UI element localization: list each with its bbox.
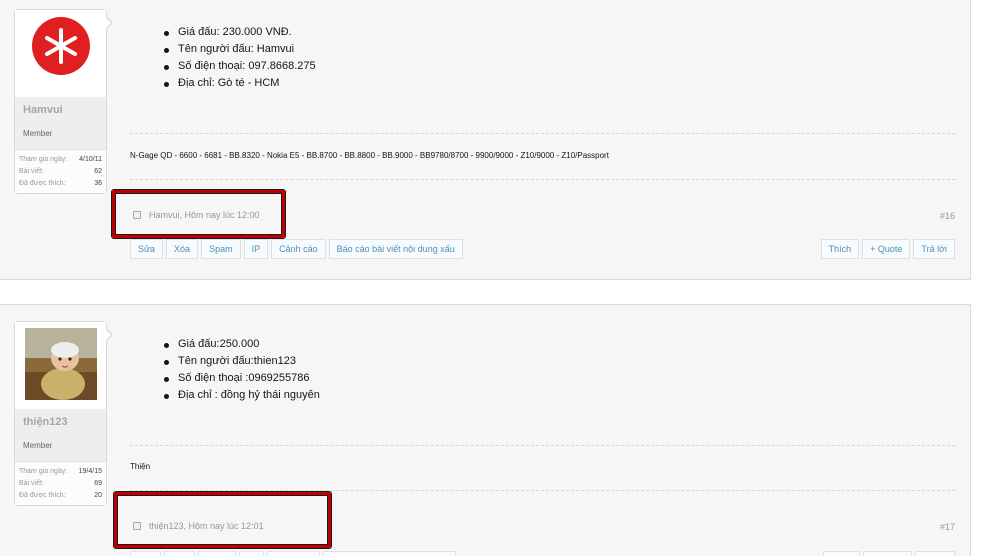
- stat-label: Tham gia ngày:: [19, 156, 68, 163]
- stat-value: 19/4/15: [78, 468, 102, 475]
- report-button[interactable]: Báo cáo bài viết nội dung xấu: [328, 239, 463, 259]
- stat-label: Bài viết:: [19, 168, 44, 175]
- user-info-panel: Hamvui Member Tham gia ngày: 4/10/11 Bài …: [14, 9, 113, 194]
- post-content: Giá đấu: 230.000 VNĐ. Tên người đấu: Ham…: [130, 0, 955, 281]
- list-item: Số điện thoại :0969255786: [164, 370, 320, 387]
- user-stats: Tham gia ngày: 4/10/11 Bài viết: 62 Đã đượ…: [15, 149, 106, 193]
- list-item: Tên người đấu:thien123: [164, 353, 320, 370]
- stat-label: Tham gia ngày:: [19, 468, 68, 475]
- signature-divider: [130, 133, 955, 134]
- list-item: Giá đấu:250.000: [164, 336, 320, 353]
- stat-value[interactable]: 62: [94, 166, 102, 178]
- baby-photo: [24, 328, 97, 400]
- meta-divider: [130, 490, 955, 491]
- reply-button[interactable]: Trả lời: [913, 239, 955, 259]
- report-button[interactable]: [323, 551, 456, 556]
- ip-button[interactable]: IP: [243, 239, 269, 259]
- signature: Thiện: [130, 462, 151, 471]
- avatar[interactable]: [15, 322, 106, 409]
- stat-value: 4/10/11: [79, 156, 102, 163]
- username[interactable]: Hamvui: [15, 97, 106, 121]
- list-item: Giá đấu: 230.000 VNĐ.: [164, 24, 316, 41]
- username[interactable]: thiện123: [15, 409, 106, 433]
- stat-label: Đã được thích:: [19, 180, 66, 187]
- quote-button[interactable]: [863, 551, 912, 556]
- highlight-box: [114, 492, 331, 548]
- user-title: Member: [15, 433, 106, 461]
- forum-post: Hamvui Member Tham gia ngày: 4/10/11 Bài …: [0, 0, 971, 280]
- user-title: Member: [15, 121, 106, 149]
- list-item: Số điện thoại: 097.8668.275: [164, 58, 316, 75]
- delete-button[interactable]: Xóa: [166, 239, 199, 259]
- post-number[interactable]: #17: [940, 522, 955, 532]
- post-actions: Sửa Xóa Spam IP Cảnh cáo Báo cáo bài viế…: [130, 239, 955, 259]
- post-actions: [130, 551, 955, 556]
- highlight-box: [112, 190, 285, 238]
- edit-button[interactable]: Sửa: [130, 239, 164, 259]
- list-item: Tên người đấu: Hamvui: [164, 41, 316, 58]
- stat-value[interactable]: 69: [94, 478, 102, 490]
- user-info-panel: thiện123 Member Tham gia ngày: 19/4/15 Bà…: [14, 321, 113, 506]
- like-button[interactable]: Thích: [820, 239, 860, 259]
- stat-value: 36: [94, 180, 102, 187]
- stat-value: 20: [94, 492, 102, 499]
- edit-button[interactable]: [130, 551, 161, 556]
- reply-button[interactable]: [915, 551, 955, 556]
- warn-button[interactable]: [267, 551, 320, 556]
- quote-button[interactable]: + Quote: [862, 239, 911, 259]
- stat-label: Đã được thích:: [19, 492, 66, 499]
- list-item: Địa chỉ : đồng hỷ thái nguyên: [164, 387, 320, 404]
- meta-divider: [130, 179, 955, 180]
- bullet-list: Giá đấu:250.000 Tên người đấu:thien123 S…: [164, 336, 320, 404]
- user-stats: Tham gia ngày: 19/4/15 Bài viết: 69 Đã đượ…: [15, 461, 106, 505]
- delete-button[interactable]: [164, 551, 195, 556]
- signature: N-Gage QD - 6600 - 6681 - BB.8320 - Noki…: [130, 151, 609, 160]
- bullet-list: Giá đấu: 230.000 VNĐ. Tên người đấu: Ham…: [164, 24, 316, 92]
- stat-label: Bài viết:: [19, 480, 44, 487]
- list-item: Địa chỉ: Gò té - HCM: [164, 75, 316, 92]
- signature-divider: [130, 445, 955, 446]
- post-number[interactable]: #16: [940, 211, 955, 221]
- ip-button[interactable]: [239, 551, 264, 556]
- avatar[interactable]: [15, 10, 106, 97]
- red-circle-asterisk-icon: [31, 17, 90, 75]
- spam-button[interactable]: [198, 551, 236, 556]
- spam-button[interactable]: Spam: [201, 239, 241, 259]
- like-button[interactable]: [823, 551, 860, 556]
- warn-button[interactable]: Cảnh cáo: [271, 239, 326, 259]
